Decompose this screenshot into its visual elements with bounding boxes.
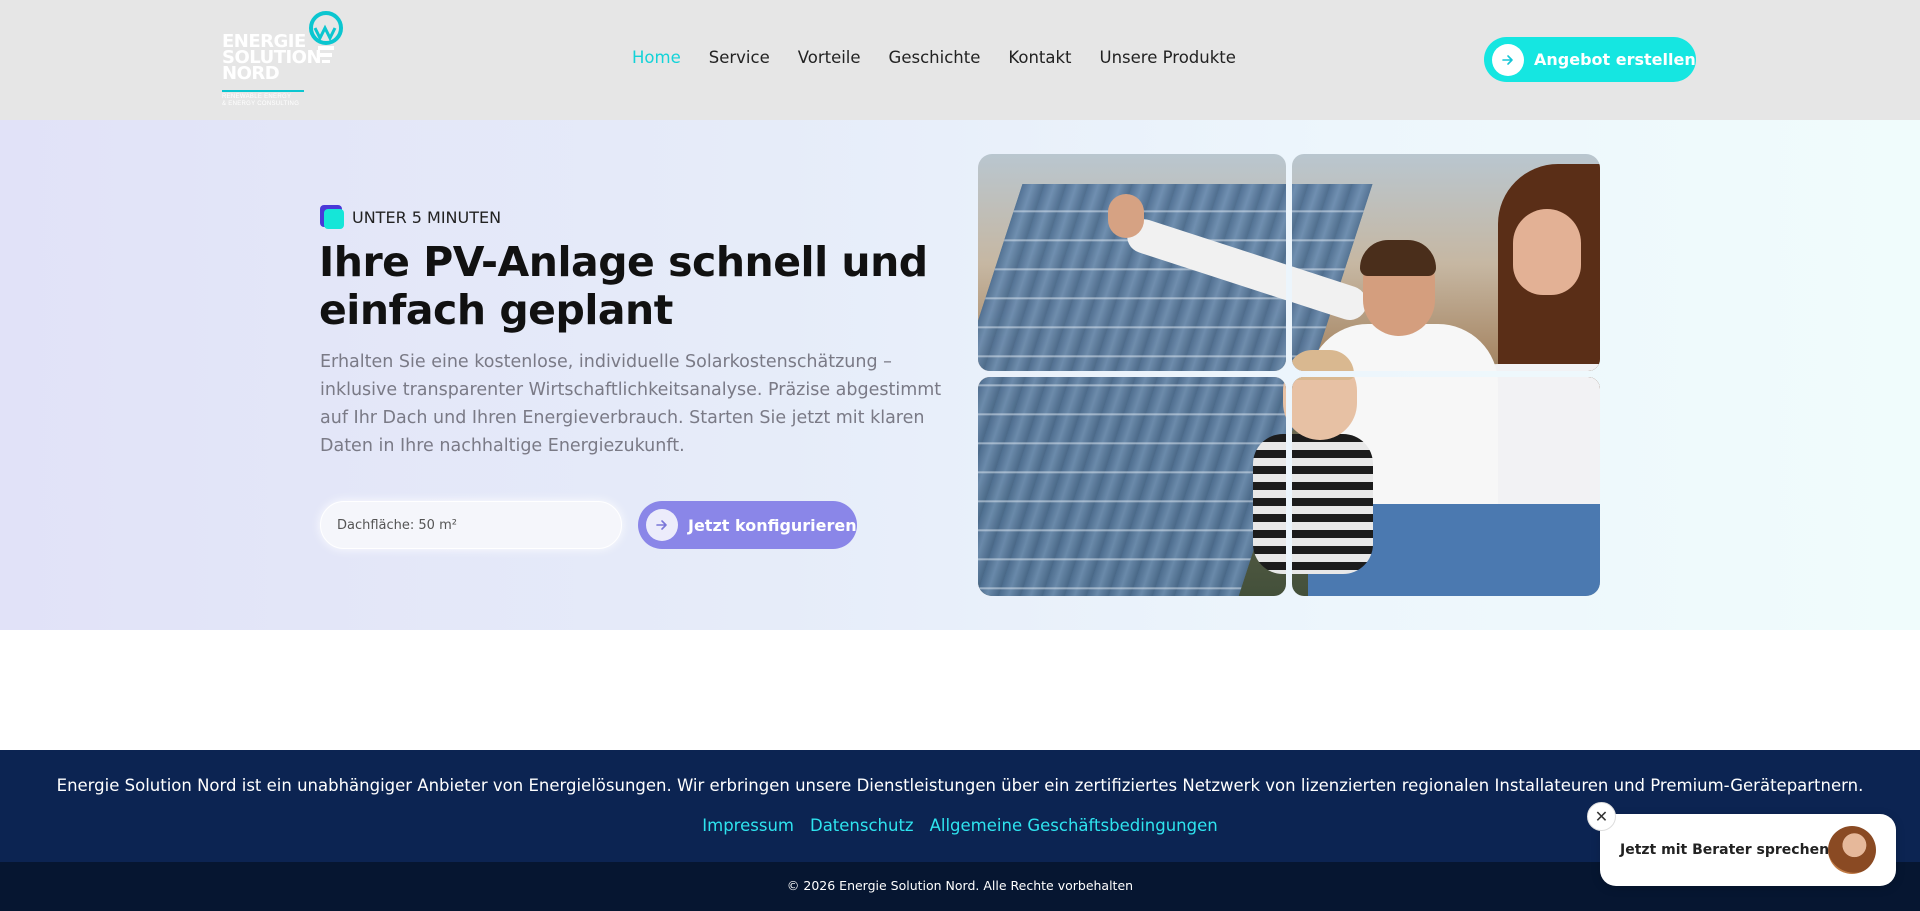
hero-title: Ihre PV-Anlage schnell und einfach gepla… bbox=[319, 238, 928, 334]
hero-description: Erhalten Sie eine kostenlose, individuel… bbox=[320, 352, 942, 456]
logo-underline bbox=[222, 90, 304, 92]
chat-label: Jetzt mit Berater sprechen bbox=[1620, 842, 1830, 858]
nav-item-home[interactable]: Home bbox=[632, 48, 681, 67]
chat-widget[interactable]: Jetzt mit Berater sprechen bbox=[1600, 814, 1896, 886]
footer-disclaimer: Energie Solution Nord ist ein unabhängig… bbox=[56, 776, 1864, 795]
collage-tile-top-left bbox=[978, 154, 1286, 371]
create-offer-button[interactable]: Angebot erstellen bbox=[1484, 37, 1696, 82]
hero-badge: UNTER 5 MINUTEN bbox=[320, 205, 501, 229]
footer-link-datenschutz[interactable]: Datenschutz bbox=[810, 816, 914, 835]
site-header: ENERGIE SOLUTION NORD RENEWABLE ENERGY &… bbox=[0, 0, 1920, 120]
configure-now-button[interactable]: Jetzt konfigurieren bbox=[638, 501, 857, 549]
advisor-avatar bbox=[1828, 826, 1876, 874]
footer-link-agb[interactable]: Allgemeine Geschäftsbedingungen bbox=[930, 816, 1218, 835]
footer-link-impressum[interactable]: Impressum bbox=[702, 816, 794, 835]
logo[interactable]: ENERGIE SOLUTION NORD RENEWABLE ENERGY &… bbox=[222, 10, 347, 110]
configure-now-label: Jetzt konfigurieren bbox=[688, 515, 857, 535]
badge-text: UNTER 5 MINUTEN bbox=[352, 207, 502, 227]
roof-area-input[interactable] bbox=[320, 501, 622, 549]
nav-item-vorteile[interactable]: Vorteile bbox=[798, 48, 861, 67]
hero-section bbox=[0, 120, 1920, 630]
main-nav: Home Service Vorteile Geschichte Kontakt Unse… bbox=[632, 48, 1264, 67]
collage-tile-bottom-right bbox=[1292, 377, 1600, 596]
collage-tile-top-right bbox=[1292, 154, 1600, 371]
close-icon[interactable]: ✕ bbox=[1587, 802, 1616, 831]
badge-squares-icon bbox=[320, 205, 344, 229]
nav-item-geschichte[interactable]: Geschichte bbox=[889, 48, 981, 67]
logo-tagline: RENEWABLE ENERGY & ENERGY CONSULTING bbox=[222, 94, 300, 107]
logo-text: ENERGIE SOLUTION NORD bbox=[222, 31, 322, 84]
collage-tile-bottom-left bbox=[978, 377, 1286, 596]
nav-item-service[interactable]: Service bbox=[709, 48, 770, 67]
arrow-right-icon bbox=[646, 509, 678, 541]
create-offer-label: Angebot erstellen bbox=[1534, 50, 1696, 69]
hero-image-collage bbox=[978, 154, 1600, 596]
nav-item-unsere-produkte[interactable]: Unsere Produkte bbox=[1100, 48, 1236, 67]
arrow-right-icon bbox=[1492, 43, 1524, 76]
nav-item-kontakt[interactable]: Kontakt bbox=[1008, 48, 1071, 67]
